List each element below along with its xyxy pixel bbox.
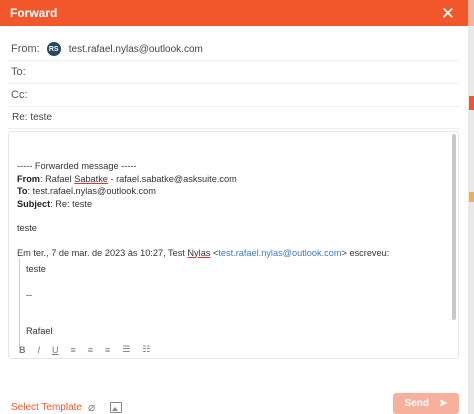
dialog-title: Forward: [10, 6, 58, 20]
send-label: Send: [404, 398, 430, 409]
to-field[interactable]: To:: [8, 61, 460, 84]
dialog-header: Forward ✕: [0, 0, 468, 26]
quote-email-link[interactable]: test.rafael.nylas@outlook.com: [218, 248, 341, 258]
forward-from-line: From: Rafael Sabatke - rafael.sabatke@as…: [17, 173, 237, 184]
message-editor[interactable]: ----- Forwarded message ----- From: Rafa…: [8, 131, 459, 359]
from-email[interactable]: test.rafael.nylas@outlook.com: [69, 44, 203, 55]
select-template-link[interactable]: Select Template: [11, 402, 82, 413]
from-row: From: RS test.rafael.nylas@outlook.com: [8, 38, 460, 61]
formatting-toolbar: B I U ≡ ≡ ≡ ☰ ☷: [19, 344, 162, 355]
quote-line: --: [26, 290, 33, 300]
cc-field[interactable]: Cc:: [8, 84, 460, 107]
avatar: RS: [46, 42, 61, 56]
forward-subject-line: Subject: Re: teste: [17, 198, 93, 209]
cc-label: Cc:: [11, 89, 28, 101]
align-right-icon[interactable]: ≡: [105, 345, 110, 355]
italic-button[interactable]: I: [38, 345, 41, 355]
to-label: To:: [11, 66, 26, 78]
quote-line: Rafael: [26, 326, 53, 336]
paper-plane-icon: ➤: [439, 398, 448, 409]
editor-scrollbar[interactable]: [452, 134, 456, 320]
quoted-message: teste -- Rafael: [19, 258, 439, 348]
subject-field[interactable]: Re: teste: [8, 106, 460, 129]
close-icon[interactable]: ✕: [441, 5, 455, 22]
subject-value: Re: teste: [12, 111, 53, 123]
bold-button[interactable]: B: [19, 345, 26, 355]
background-accent-mark: [469, 192, 474, 202]
send-button[interactable]: Send ➤: [393, 393, 459, 414]
forward-to-line: To: test.rafael.nylas@outlook.com: [17, 186, 156, 196]
background-accent-mark: [469, 96, 474, 110]
align-center-icon[interactable]: ≡: [88, 345, 93, 355]
forward-header: ----- Forwarded message -----: [17, 161, 137, 171]
message-body: ----- Forwarded message ----- From: Rafa…: [17, 160, 389, 259]
underline-button[interactable]: U: [52, 345, 59, 355]
align-left-icon[interactable]: ≡: [71, 345, 76, 355]
paperclip-icon[interactable]: ⌀: [88, 400, 95, 414]
message-text: teste: [17, 223, 37, 233]
image-icon[interactable]: [110, 402, 122, 413]
numbered-list-icon[interactable]: ☷: [142, 344, 150, 355]
background-window-edge: [468, 0, 474, 414]
quote-line: teste: [26, 264, 46, 274]
from-label: From:: [11, 43, 40, 55]
bullet-list-icon[interactable]: ☰: [122, 344, 130, 355]
